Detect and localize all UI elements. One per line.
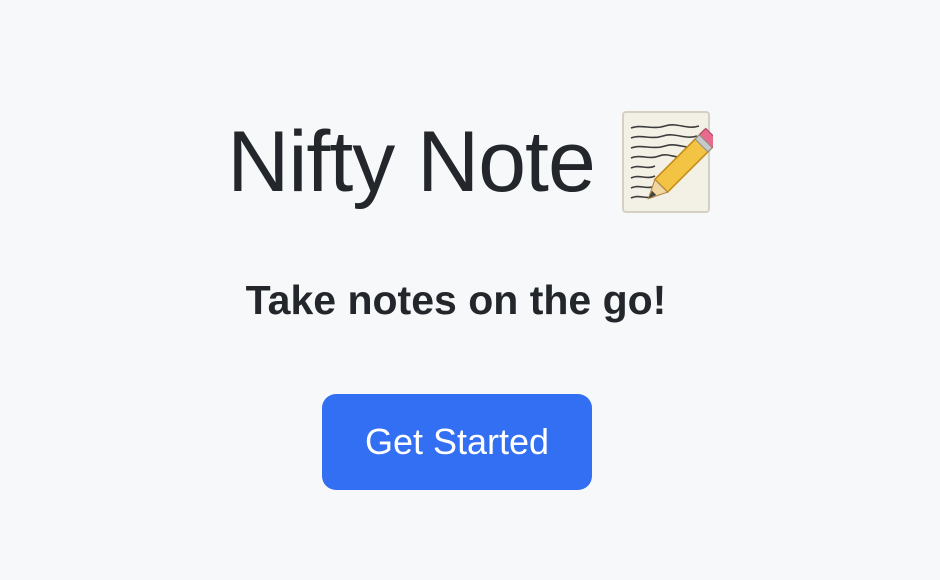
hero-subtitle: Take notes on the go! [245, 277, 667, 323]
memo-pencil-icon [621, 110, 720, 214]
landing-page: Nifty Note Take notes on the go! Get Sta… [0, 0, 940, 580]
hero-title-row: Nifty Note [0, 106, 940, 218]
get-started-button[interactable]: Get Started [322, 394, 592, 490]
page-title: Nifty Note [227, 114, 596, 210]
